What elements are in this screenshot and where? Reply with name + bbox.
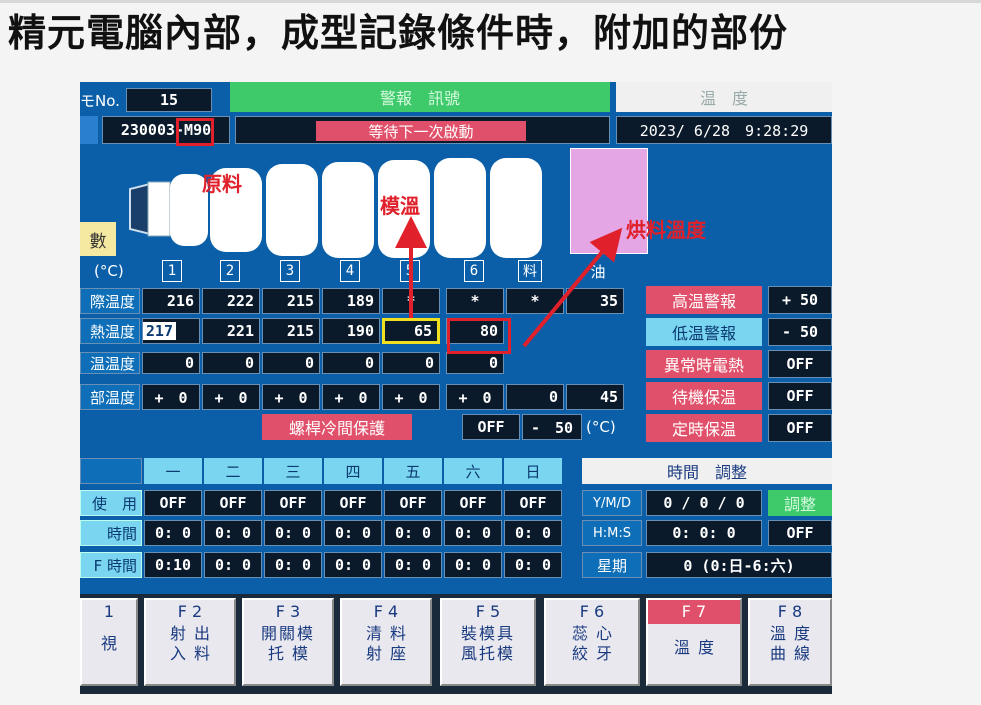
annotation-arrows	[395, 216, 623, 348]
arrow-drying-temp	[522, 227, 623, 348]
